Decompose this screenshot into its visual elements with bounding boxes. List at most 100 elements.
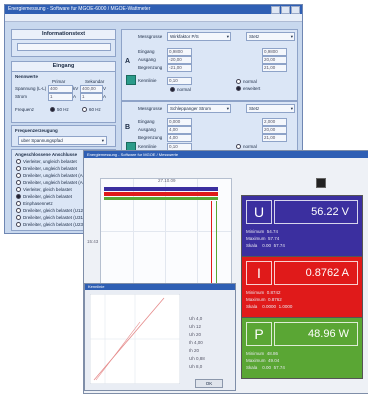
- block-b-messgroesse-select[interactable]: Schleppanger Strom ▾: [167, 104, 231, 113]
- meter-min-row: Minimum 0.8742: [246, 290, 281, 295]
- anschluss-radio[interactable]: [16, 208, 21, 214]
- strom-unit-sek: A: [103, 94, 107, 99]
- meter-p: P 48.96 W Minimum 48.86 Maximum 49.04 Skala …: [241, 317, 363, 379]
- anschluss-option[interactable]: Vierleiter, gleich belastet: [16, 186, 72, 193]
- readout-value: Uh 12: [189, 324, 202, 329]
- block-a-messgroesse-select[interactable]: Wirkfaktor P/S ▾: [167, 32, 231, 41]
- chart-time-label: 15:43: [87, 239, 99, 244]
- meter-skala-row: Skala 0.00 57.74: [246, 243, 285, 248]
- readout-value: Ih 20: [189, 348, 200, 353]
- kennlinie-window-title: Kennlinie: [88, 284, 105, 289]
- strom-primaer-field[interactable]: 1: [48, 93, 73, 101]
- block-a-ausgang-right[interactable]: 20,00: [262, 56, 287, 64]
- block-a-erweitert-option[interactable]: erweitert: [236, 86, 260, 92]
- readout-value: Ih 4,00: [189, 340, 203, 345]
- save-icon[interactable]: [316, 178, 326, 188]
- freq-option-50[interactable]: 50 Hz: [50, 107, 69, 113]
- anschluss-option[interactable]: Dreileiter, gleich belastet: [16, 193, 72, 200]
- anschluss-option-label: Dreileiter, gleich belastet (U31): [23, 215, 85, 220]
- block-a-normal-right-radio[interactable]: [236, 79, 241, 85]
- meter-symbol: I: [246, 261, 272, 285]
- freq-50-radio[interactable]: [50, 107, 55, 113]
- block-b-kennlinie-label: Kennlinie: [138, 144, 157, 149]
- block-b-eingang-field[interactable]: 0,000: [167, 118, 192, 126]
- anschluss-radio[interactable]: [16, 166, 21, 172]
- block-b-eingang-right[interactable]: 2,000: [262, 118, 287, 126]
- voltage-trend-bar: [104, 187, 218, 191]
- maximize-button[interactable]: [281, 6, 290, 14]
- close-button[interactable]: [291, 6, 300, 14]
- anschluss-radio[interactable]: [16, 215, 21, 221]
- anschluss-option[interactable]: Einphasennetz: [16, 200, 53, 207]
- spannung-unit-primaer: kV: [73, 86, 79, 91]
- block-b-normal-radio[interactable]: [236, 144, 241, 150]
- readout-value: Uh 4,0: [189, 316, 203, 321]
- eingang-panel-title: Eingang: [12, 62, 115, 72]
- block-a-normal-option[interactable]: normal: [170, 87, 191, 93]
- block-a-color-swatch[interactable]: [126, 75, 136, 85]
- anschluss-option-label: Dreileiter, gleich belastet (U12): [23, 208, 85, 213]
- anschluss-radio[interactable]: [16, 194, 21, 200]
- info-panel-title: Informationstext: [12, 30, 115, 40]
- block-a-normal-option-right[interactable]: normal: [236, 79, 257, 85]
- block-b-normal-option[interactable]: normal: [236, 144, 257, 150]
- block-b-ausgang-right[interactable]: 20,00: [262, 126, 287, 134]
- meter-skala-row: Skala 0.0000 1.0000: [246, 304, 293, 309]
- anschluss-option[interactable]: Dreileiter, gleich belastet (U12): [16, 207, 85, 214]
- block-b-stetz-select[interactable]: Stetz ▾: [246, 104, 295, 113]
- readout-value: Uh 0,88: [189, 356, 205, 361]
- anschluss-option[interactable]: Dreileiter, gleich belastet (U31): [16, 214, 85, 221]
- anschluss-option[interactable]: Dreileiter, ungleich belastet (Aron): [16, 179, 91, 186]
- block-a-begrenzung-field[interactable]: -21,00: [167, 64, 192, 72]
- frequenzerzeugung-select[interactable]: uber Spannungspfad ▾: [18, 136, 107, 145]
- block-a-kennlinie-label: Kennlinie: [138, 78, 157, 83]
- block-a-messgroesse-label: Messgrosse: [138, 34, 163, 39]
- block-a-eingang-field[interactable]: 0,9800: [167, 48, 192, 56]
- anschluss-option[interactable]: Vierleiter, ungleich belastet: [16, 158, 77, 165]
- anschluss-radio[interactable]: [16, 222, 21, 228]
- chevron-down-icon: ▾: [290, 34, 293, 39]
- anschluss-option-label: Dreileiter, ungleich belastet (Aron): [23, 173, 91, 178]
- block-a-erweitert-radio[interactable]: [236, 86, 241, 92]
- readout-value: Uh 20: [189, 332, 202, 337]
- spannung-primaer-field[interactable]: 400: [48, 85, 73, 93]
- freq-option-60[interactable]: 60 Hz: [82, 107, 101, 113]
- settings-window-titlebar[interactable]: Energiemessung - Software fur MGOE-6000 …: [5, 5, 302, 14]
- anschluss-option[interactable]: Dreileiter, ungleich belastet (Aron): [16, 172, 91, 179]
- measurement-window-titlebar[interactable]: Energiemessung - Software fur MGOE / Mes…: [84, 151, 368, 158]
- block-b-begrenzung-field[interactable]: 4,00: [167, 134, 192, 142]
- strom-sek-field[interactable]: 1: [80, 93, 103, 101]
- info-text-field[interactable]: [17, 43, 111, 51]
- info-panel: Informationstext: [11, 29, 116, 57]
- block-a-kennlinie-field[interactable]: 0,10: [167, 77, 192, 85]
- spannung-sek-field[interactable]: 400,00: [80, 85, 103, 93]
- block-a-stetz-select[interactable]: Stetz ▾: [246, 32, 295, 41]
- block-a-ausgang-label: Ausgang: [138, 57, 156, 62]
- anschluss-radio[interactable]: [16, 201, 21, 207]
- minimize-button[interactable]: [271, 6, 280, 14]
- measurement-window-title: Energiemessung - Software fur MGOE / Mes…: [87, 152, 179, 157]
- anschluss-radio[interactable]: [16, 159, 21, 165]
- block-a-eingang-right[interactable]: 0,9800: [262, 48, 287, 56]
- ok-button[interactable]: OK: [195, 379, 223, 388]
- block-b-begrenzung-right[interactable]: 21,00: [262, 134, 287, 142]
- block-a-begrenzung-right[interactable]: 21,00: [262, 64, 287, 72]
- anschluss-radio[interactable]: [16, 180, 21, 186]
- anschluss-option[interactable]: Dreileiter, ungleich belastet: [16, 165, 77, 172]
- block-a-normal-radio[interactable]: [170, 87, 175, 93]
- nennwerte-label: Nennwerte: [15, 74, 39, 79]
- frequenz-label: Frequenz: [15, 107, 35, 112]
- anschluss-radio[interactable]: [16, 187, 21, 193]
- anschluss-radio[interactable]: [16, 173, 21, 179]
- anschluss-option-label: Dreileiter, gleich belastet: [23, 194, 73, 199]
- block-b-begrenzung-label: Begrenzung: [138, 135, 163, 140]
- block-a-ausgang-field[interactable]: -20,00: [167, 56, 192, 64]
- block-a-begrenzung-label: Begrenzung: [138, 65, 163, 70]
- block-b-ausgang-label: Ausgang: [138, 127, 156, 132]
- meter-symbol: U: [246, 200, 272, 224]
- kennlinie-window-titlebar[interactable]: Kennlinie: [85, 284, 235, 290]
- block-b-ausgang-field[interactable]: 4,00: [167, 126, 192, 134]
- meter-min-row: Minimum 54.74: [246, 229, 279, 234]
- anschluss-option[interactable]: Dreileiter, gleich belastet (U23): [16, 221, 85, 228]
- freq-60-radio[interactable]: [82, 107, 87, 113]
